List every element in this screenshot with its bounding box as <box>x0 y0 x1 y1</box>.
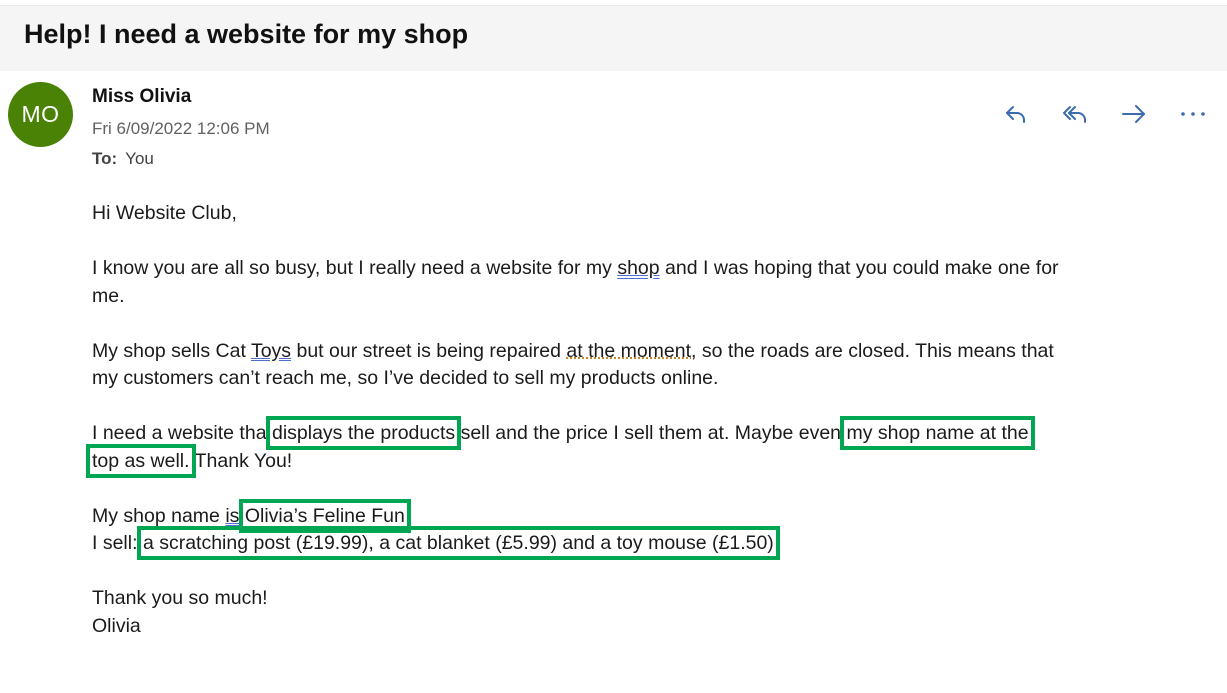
paragraph-situation: My shop sells Cat Toys but our street is… <box>92 338 1182 393</box>
text-span: I need a website tha <box>92 422 267 444</box>
text-span: my customers can’t reach me, so I’ve dec… <box>92 367 719 389</box>
highlight-products-prices: a scratching post (£19.99), a cat blanke… <box>136 526 780 560</box>
text-span: I sell: <box>92 532 138 554</box>
closing-text: Thank you so much! <box>92 587 268 609</box>
text-span: , so the roads are closed. This means th… <box>691 339 1054 362</box>
email-subject: Help! I need a website for my shop <box>24 19 469 49</box>
text-span: My shop name <box>92 504 226 527</box>
text-span: My shop sells Cat <box>92 339 251 362</box>
text-span: I know you are all so busy, but I really… <box>92 257 618 279</box>
highlight-shop-name-top-2: top as well. <box>86 443 196 478</box>
text-span: but our street is being repaired <box>291 339 567 362</box>
more-icon <box>1181 112 1205 116</box>
text-span: sell and the price I sell them at. Maybe… <box>460 422 842 444</box>
closing: Thank you so much! Olivia <box>92 585 1182 640</box>
signature: Olivia <box>92 614 141 637</box>
paragraph-request: I know you are all so busy, but I really… <box>92 255 1182 310</box>
flagged-word-is[interactable]: is <box>225 505 239 527</box>
more-actions-button[interactable] <box>1173 94 1213 134</box>
subject-bar: Help! I need a website for my shop <box>0 5 1227 71</box>
to-label: To: <box>92 149 118 168</box>
text-span: and I was hoping that you could make one… <box>659 257 1059 279</box>
highlight-shop-name-top-1: my shop name at the <box>840 416 1035 450</box>
text-span: Thank You! <box>189 449 293 472</box>
forward-button[interactable] <box>1114 94 1154 134</box>
recipient-name[interactable]: You <box>125 149 154 168</box>
reply-all-button[interactable] <box>1055 94 1095 134</box>
flagged-word-toys[interactable]: Toys <box>251 340 291 362</box>
sender-name[interactable]: Miss Olivia <box>92 86 191 108</box>
highlight-shop-name: Olivia’s Feline Fun <box>238 498 411 533</box>
reply-button[interactable] <box>996 94 1036 134</box>
message-actions <box>996 94 1214 134</box>
sent-date: Fri 6/09/2022 12:06 PM <box>92 119 270 138</box>
reply-all-icon <box>1063 106 1086 123</box>
flagged-phrase-at-the-moment[interactable]: at the moment <box>566 340 691 362</box>
message-body: Hi Website Club, I know you are all so b… <box>86 200 1182 640</box>
reply-icon <box>1006 106 1025 123</box>
flagged-word-shop[interactable]: shop <box>617 257 659 279</box>
recipient-line: To: You <box>92 149 154 169</box>
highlight-display-products: displays the products <box>265 416 462 450</box>
paragraph-requirements: I need a website tha displays the produc… <box>86 416 1182 478</box>
avatar[interactable]: MO <box>8 82 73 147</box>
text-span: me. <box>92 284 125 307</box>
forward-icon <box>1122 105 1145 123</box>
greeting: Hi Website Club, <box>92 202 237 224</box>
paragraph-shop-details: My shop name is Olivia’s Feline Fun I sel… <box>92 498 1182 560</box>
